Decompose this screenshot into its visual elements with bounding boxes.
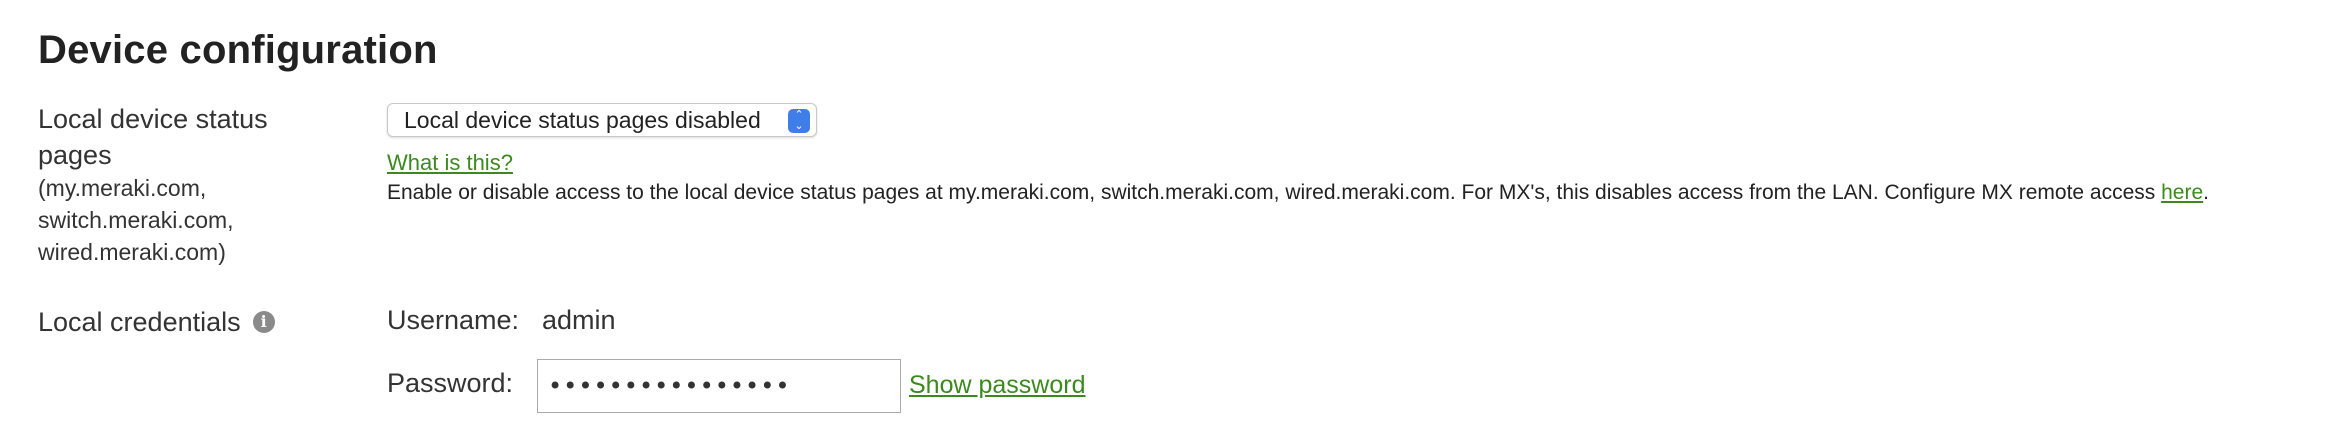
section-title: Device configuration xyxy=(38,28,438,72)
select-arrows-icon: ⌃ ⌄ xyxy=(788,109,810,133)
status-pages-select[interactable]: Local device status pages disabled ⌃ ⌄ xyxy=(387,103,817,137)
status-pages-description-text: Enable or disable access to the local de… xyxy=(387,181,2162,204)
local-credentials-label: Local credentials i xyxy=(38,304,275,340)
status-pages-description: Enable or disable access to the local de… xyxy=(387,181,2209,205)
username-label: Username: xyxy=(387,305,520,335)
device-configuration-page: Device configuration Local device status… xyxy=(0,0,2330,436)
status-pages-sublabel: (my.meraki.com, switch.meraki.com, wired… xyxy=(38,175,234,265)
info-icon[interactable]: i xyxy=(252,311,275,333)
configure-remote-access-link[interactable]: here xyxy=(2161,181,2203,204)
status-pages-select-value: Local device status pages disabled xyxy=(404,106,761,133)
show-password-link[interactable]: Show password xyxy=(909,371,1085,400)
username-value: admin xyxy=(542,305,616,335)
local-credentials-label-text: Local credentials xyxy=(38,307,241,337)
password-input[interactable] xyxy=(537,359,901,413)
what-is-this-link[interactable]: What is this? xyxy=(387,150,513,176)
status-pages-label: Local device status pages xyxy=(38,104,268,170)
password-label: Password: xyxy=(387,368,514,398)
description-period: . xyxy=(2203,181,2209,204)
